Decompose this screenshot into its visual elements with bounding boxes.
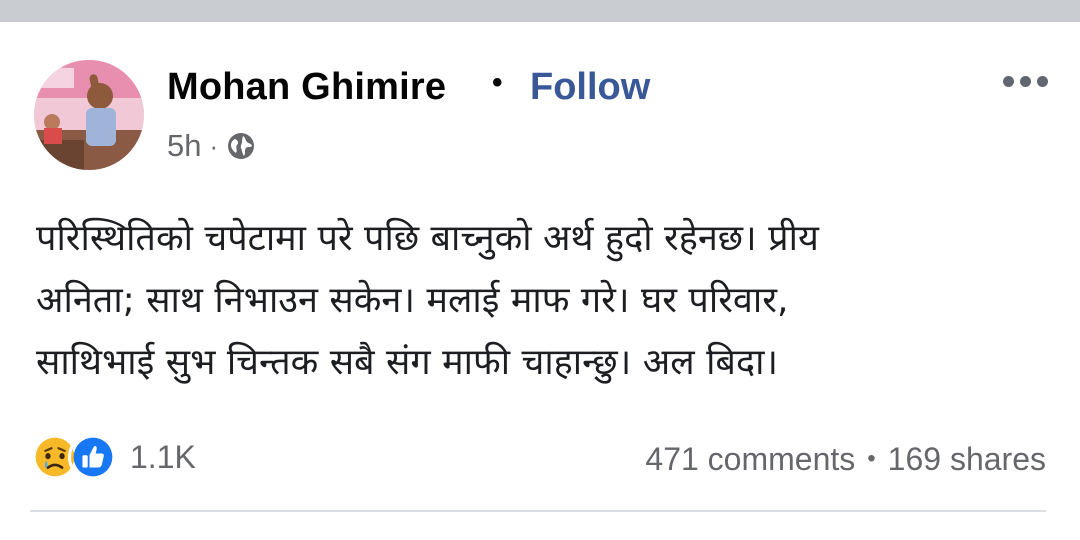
meta-separator: · (209, 130, 219, 161)
more-dot (1019, 75, 1031, 87)
engagement-stats: 471 comments • 169 shares (645, 439, 1046, 479)
divider (30, 510, 1046, 512)
post-text-line: अनिता; साथ निभाउन सकेन। मलाई माफ गरे। घर… (36, 280, 789, 321)
avatar-photo (34, 60, 144, 170)
avatar[interactable] (34, 60, 144, 170)
post-text-line: साथिभाई सुभ चिन्तक सबै संग माफी चाहान्छु… (36, 342, 779, 383)
shares-count[interactable]: 169 shares (888, 441, 1046, 478)
more-options-icon[interactable] (998, 66, 1052, 96)
post-meta: 5h · (167, 126, 256, 166)
top-strip (0, 0, 1080, 22)
post-text-line: परिस्थितिको चपेटामा परे पछि बाच्नुको अर्… (36, 218, 819, 259)
stats-separator: • (867, 445, 876, 472)
follow-button[interactable]: Follow (530, 66, 650, 109)
more-dot (1036, 75, 1048, 87)
reaction-count[interactable]: 1.1K (130, 439, 196, 476)
post-timestamp[interactable]: 5h (167, 128, 201, 164)
author-name[interactable]: Mohan Ghimire (167, 66, 446, 109)
globe-icon[interactable] (226, 131, 256, 161)
more-dot (1002, 75, 1014, 87)
like-reaction-icon (68, 432, 118, 482)
post-body: परिस्थितिको चपेटामा परे पछि बाच्नुको अर्… (36, 208, 1046, 394)
reactions-summary[interactable]: 1.1K (30, 432, 196, 482)
header-separator: • (492, 66, 503, 99)
comments-count[interactable]: 471 comments (645, 441, 855, 478)
